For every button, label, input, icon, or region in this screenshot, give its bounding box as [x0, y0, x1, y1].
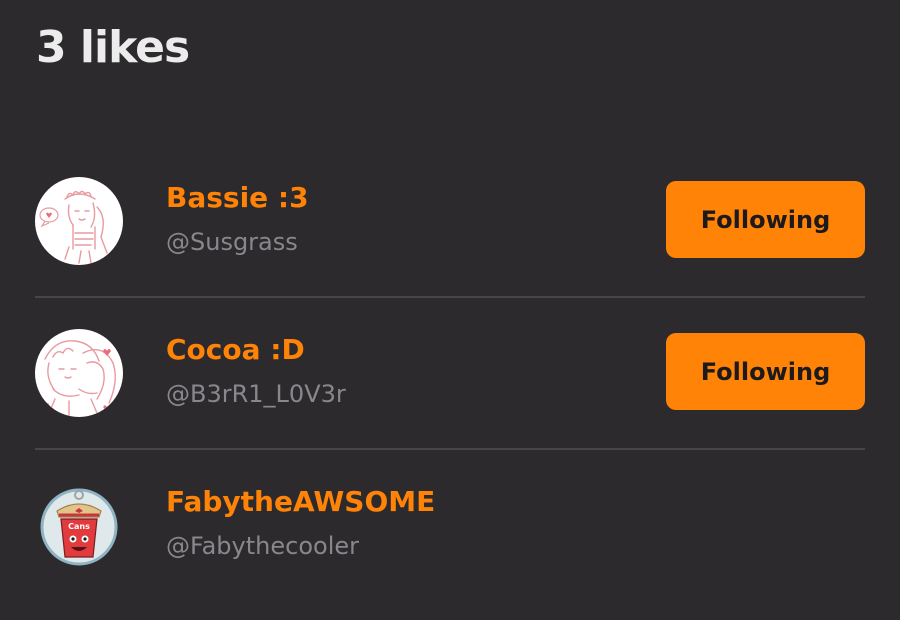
user-handle: @Fabythecooler: [166, 532, 359, 560]
anime-sketch-avatar-icon: [35, 329, 123, 417]
cartoon-cup-avatar-icon: Cans: [35, 481, 123, 569]
avatar[interactable]: [35, 177, 123, 265]
list-item[interactable]: Cocoa :D @B3rR1_L0V3r Following: [0, 296, 900, 448]
user-name[interactable]: Bassie :3: [166, 178, 309, 218]
page-title: 3 likes: [36, 22, 190, 73]
avatar[interactable]: Cans: [35, 481, 123, 569]
user-handle: @B3rR1_L0V3r: [166, 380, 346, 408]
following-button[interactable]: Following: [666, 181, 865, 258]
user-handle: @Susgrass: [166, 228, 298, 256]
list-item[interactable]: Cans FabytheAWSOME @Fabythecooler: [0, 448, 900, 600]
following-button[interactable]: Following: [666, 333, 865, 410]
svg-text:Cans: Cans: [68, 522, 90, 531]
list-item[interactable]: Bassie :3 @Susgrass Following: [0, 144, 900, 296]
avatar[interactable]: [35, 329, 123, 417]
anime-sketch-avatar-icon: [35, 177, 123, 265]
likes-list: Bassie :3 @Susgrass Following Cocoa:D @…: [0, 144, 900, 600]
user-name[interactable]: Cocoa :D: [166, 330, 305, 370]
user-name[interactable]: FabytheAWSOME: [166, 482, 435, 522]
